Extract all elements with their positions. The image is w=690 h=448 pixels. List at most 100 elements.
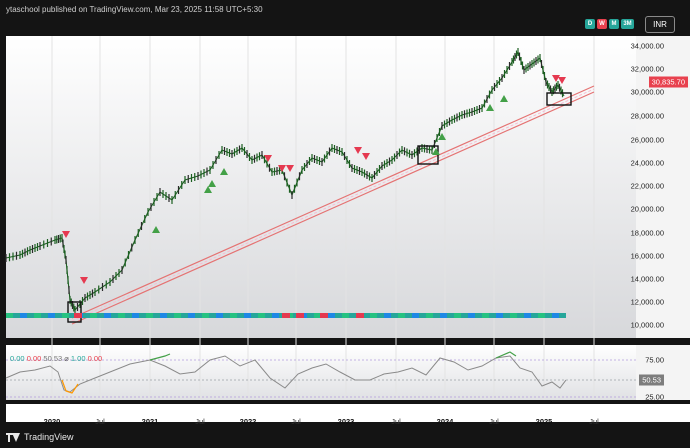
tradingview-logo-icon (6, 432, 20, 442)
rsi-level-lower: 25.00 (645, 392, 664, 402)
signal-strip-segment (384, 313, 391, 318)
signal-strip-segment (216, 313, 223, 318)
sell-signal-marker (558, 77, 566, 84)
buy-signal-marker (220, 168, 228, 175)
sell-signal-marker (62, 231, 70, 238)
time-axis-label: 2024 (436, 417, 454, 426)
signal-strip-segment (48, 313, 55, 318)
signal-strip-alert (320, 313, 328, 318)
brand-name: TradingView (24, 432, 74, 442)
signal-strip-alert (74, 313, 82, 318)
sell-signal-marker (286, 165, 294, 172)
price-axis-label: 30,000.00 (630, 87, 664, 97)
price-axis-label: 34,000.00 (630, 41, 664, 51)
rsi-overbought-segment (149, 353, 171, 361)
signal-strip-segment (132, 313, 139, 318)
price-axis-label: 14,000.00 (630, 274, 664, 284)
time-axis-label: Jul (589, 417, 599, 426)
sell-signal-marker (354, 147, 362, 154)
price-axis-label: 20,000.00 (630, 204, 664, 214)
signal-strip-segment (34, 313, 41, 318)
price-axis-label: 28,000.00 (630, 111, 664, 121)
price-axis-label: 32,000.00 (630, 64, 664, 74)
time-axis-label: 2020 (43, 417, 61, 426)
signal-strip-segment (524, 313, 531, 318)
signal-strip-segment (188, 313, 195, 318)
price-axis-label: 18,000.00 (630, 228, 664, 238)
signal-strip-segment (552, 313, 559, 318)
price-series-line (5, 50, 565, 311)
signal-strip-segment (146, 313, 153, 318)
signal-strip-segment (118, 313, 125, 318)
signal-strip-segment (160, 313, 167, 318)
time-axis-label: 2025 (535, 417, 553, 426)
signal-strip-segment (342, 313, 349, 318)
rsi-current-tag: 50.53 (639, 374, 664, 386)
signal-strip-alert (356, 313, 364, 318)
rsi-level-upper: 75.00 (645, 355, 664, 365)
signal-strip-segment (370, 313, 377, 318)
rsi-legend-symbol: ⌀ (64, 354, 69, 363)
signal-strip-alert (282, 313, 290, 318)
rsi-oversold-segment (61, 379, 79, 394)
signal-strip-segment (174, 313, 181, 318)
tradingview-brand: TradingView (6, 432, 74, 442)
time-axis-label: 2023 (337, 417, 355, 426)
signal-strip-segment (328, 313, 335, 318)
signal-strip-segment (398, 313, 405, 318)
rsi-legend-value: 1.00 (70, 354, 86, 363)
rsi-legend-value: 0.00 (10, 354, 25, 363)
price-axis-label: 12,000.00 (630, 297, 664, 307)
signal-strip-segment (272, 313, 279, 318)
signal-strip-segment (258, 313, 265, 318)
signal-strip-segment (412, 313, 419, 318)
buy-signal-marker (208, 180, 216, 187)
signal-strip-segment (314, 313, 321, 318)
buy-signal-marker (486, 104, 494, 111)
rsi-legend: 0.00 0.00 50.53 ⌀ 1.00 0.00 (10, 354, 102, 363)
time-axis-label: Jul (391, 417, 401, 426)
signal-strip-segment (454, 313, 461, 318)
signal-strip-segment (426, 313, 433, 318)
signal-strip-segment (538, 313, 545, 318)
signal-strip-segment (90, 313, 97, 318)
chart-window: ytaschool published on TradingView.com, … (0, 0, 690, 448)
signal-strip-segment (510, 313, 517, 318)
signal-strip-segment (6, 313, 13, 318)
buy-signal-marker (152, 226, 160, 233)
signal-strip-segment (202, 313, 209, 318)
time-axis-label: Jul (489, 417, 499, 426)
signal-strip-segment (104, 313, 111, 318)
chart-drawing-layer (5, 36, 636, 400)
price-axis-label: 10,000.00 (630, 320, 664, 330)
price-axis-label: 16,000.00 (630, 251, 664, 261)
time-axis-label: 2021 (141, 417, 159, 426)
rsi-legend-value: 0.00 (87, 354, 103, 363)
signal-strip-segment (20, 313, 27, 318)
signal-strip-segment (440, 313, 447, 318)
sell-signal-marker (552, 75, 560, 82)
buy-signal-marker (432, 148, 440, 155)
rsi-legend-value: 0.00 (26, 354, 42, 363)
time-axis-label: 2022 (239, 417, 257, 426)
signal-strip-segment (482, 313, 489, 318)
time-axis-label: Jul (195, 417, 205, 426)
current-price-tag: 30,835.70 (648, 76, 688, 88)
signal-strip-segment (230, 313, 237, 318)
signal-strip-segment (244, 313, 251, 318)
signal-strip-segment (62, 313, 69, 318)
buy-signal-marker (500, 95, 508, 102)
time-axis-label: Jul (95, 417, 105, 426)
sell-signal-marker (362, 153, 370, 160)
signal-strip-segment (496, 313, 503, 318)
time-axis-label: Jul (291, 417, 301, 426)
signal-strip-alert (296, 313, 304, 318)
price-axis-label: 22,000.00 (630, 181, 664, 191)
sell-signal-marker (80, 277, 88, 284)
price-axis-label: 26,000.00 (630, 135, 664, 145)
price-axis-label: 24,000.00 (630, 158, 664, 168)
rsi-legend-value: 50.53 (43, 354, 63, 363)
signal-strip-segment (468, 313, 475, 318)
rsi-overbought-segment (495, 351, 517, 359)
buy-signal-marker (204, 186, 212, 193)
